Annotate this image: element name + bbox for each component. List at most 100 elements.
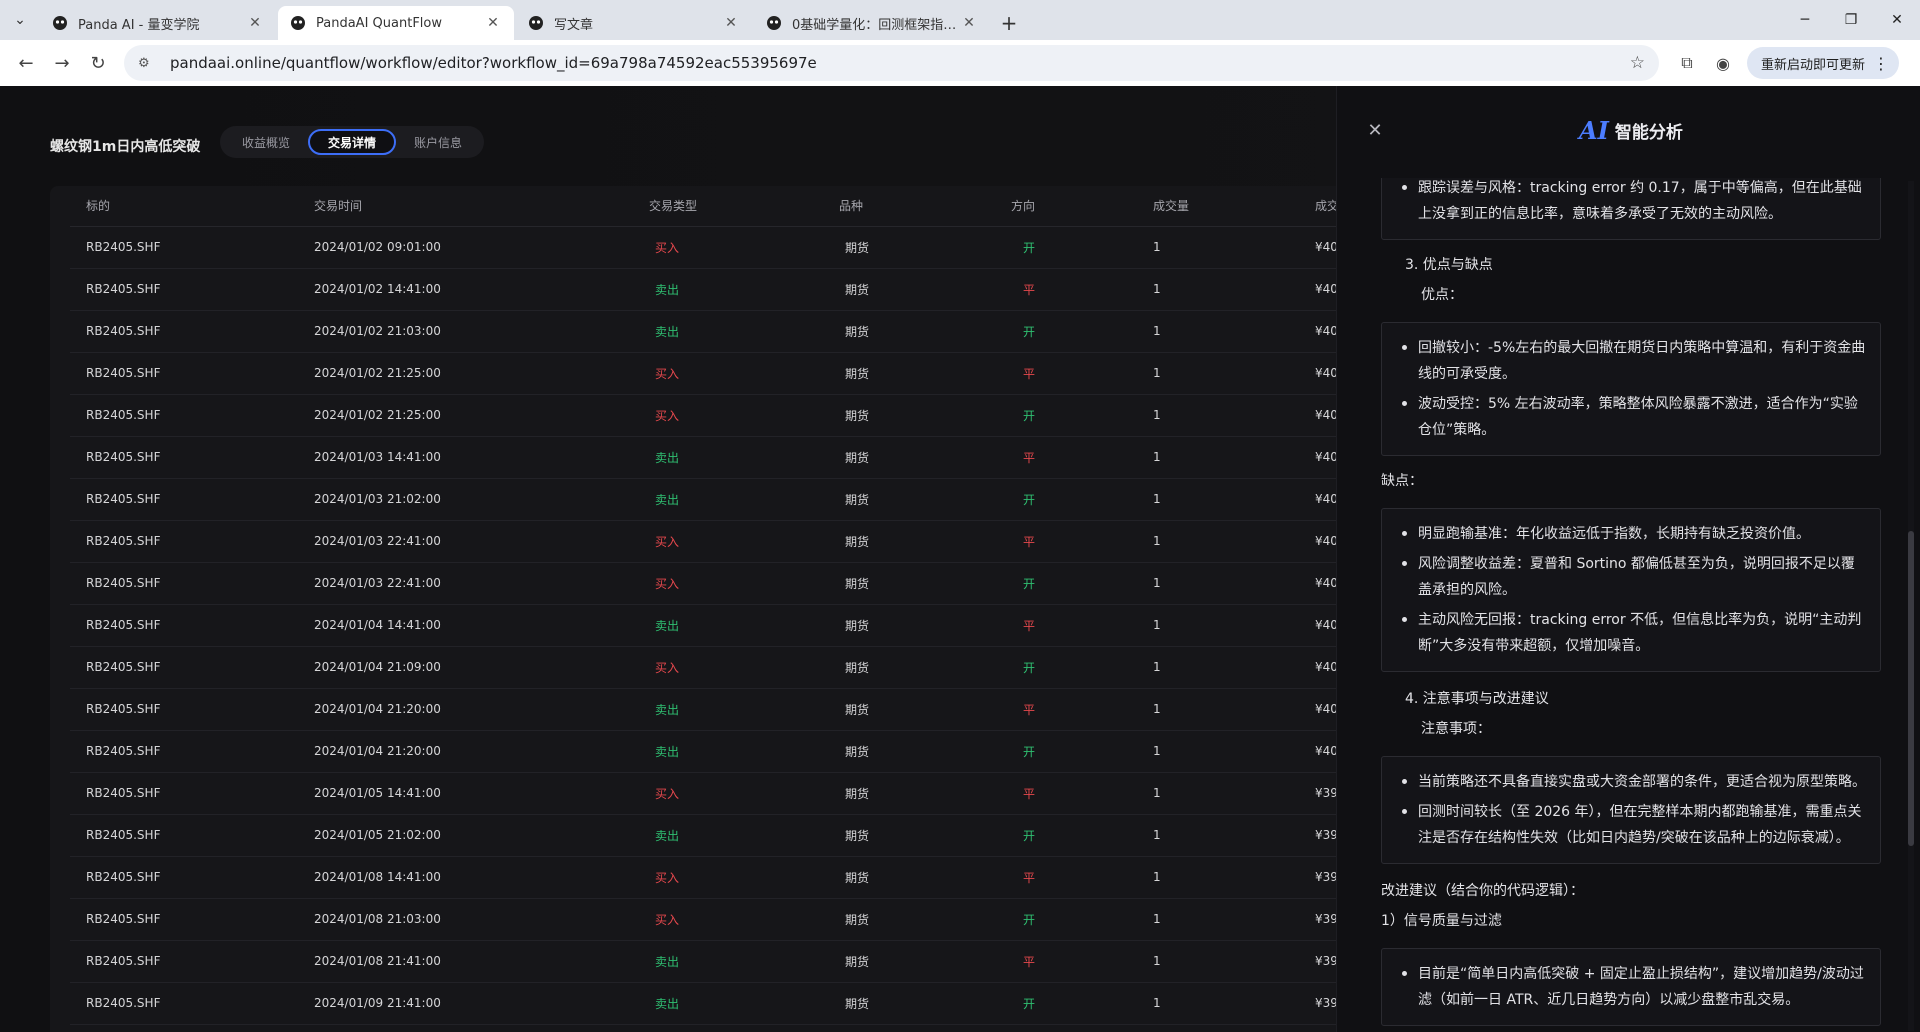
panda-favicon-icon: [52, 15, 68, 31]
browser-toolbar: ← → ↻ ⚙ pandaai.online/quantflow/workflo…: [0, 40, 1920, 86]
cell-kind: 期货: [823, 772, 995, 815]
bookmark-star-icon[interactable]: ☆: [1630, 53, 1645, 73]
new-tab-plus-icon[interactable]: +: [992, 6, 1026, 40]
restore-icon[interactable]: ❐: [1828, 0, 1874, 40]
minimize-icon[interactable]: ─: [1782, 0, 1828, 40]
table-row[interactable]: RB2405.SHF 2024/01/04 14:41:00 卖出 期货平 1 ¥40: [70, 604, 1350, 647]
column-header-direction[interactable]: 方向: [995, 186, 1137, 227]
cell-time: 2024/01/03 14:41:00: [298, 436, 633, 479]
close-icon[interactable]: ✕: [1365, 120, 1385, 141]
cell-trade-type: 买入: [633, 394, 823, 437]
tab-title: Panda AI - 量变学院: [78, 17, 200, 33]
table-row[interactable]: RB2405.SHF 2024/01/02 21:03:00 卖出 期货开 1 ¥40: [70, 310, 1350, 353]
back-arrow-icon[interactable]: ←: [8, 45, 44, 81]
tab-close-icon[interactable]: ✕: [246, 14, 264, 32]
cell-symbol: RB2405.SHF: [70, 520, 298, 563]
table-row[interactable]: RB2405.SHF 2024/01/04 21:20:00 卖出 期货平 1 ¥40: [70, 688, 1350, 731]
cell-trade-type: 买入: [633, 352, 823, 395]
table-row[interactable]: RB2405.SHF 2024/01/03 14:41:00 卖出 期货平 1 ¥40: [70, 436, 1350, 479]
column-header-volume[interactable]: 成交量: [1137, 186, 1299, 227]
cons-item: 主动风险无回报：tracking error 不低，但信息比率为负，说明“主动判…: [1400, 607, 1866, 659]
scrollbar-thumb[interactable]: [1908, 531, 1914, 846]
result-tabs: 收益概览 交易详情 账户信息: [220, 126, 485, 158]
pros-box: 回撤较小：-5%左右的最大回撤在期货日内策略中算温和，有利于资金曲线的可承受度。…: [1381, 322, 1881, 456]
address-bar[interactable]: ⚙ pandaai.online/quantflow/workflow/edit…: [124, 45, 1659, 81]
table-row[interactable]: RB2405.SHF 2024/01/02 21:25:00 买入 期货开 1 ¥40: [70, 394, 1350, 437]
tab-title: 写文章: [554, 17, 594, 33]
browser-tab-2[interactable]: PandaAI QuantFlow ✕: [278, 6, 514, 40]
extensions-puzzle-icon[interactable]: ⧉: [1669, 45, 1705, 81]
tab-search-chevron-icon[interactable]: ⌄: [0, 0, 40, 40]
tab-close-icon[interactable]: ✕: [722, 14, 740, 32]
cell-direction: 平: [995, 352, 1137, 395]
cell-direction: 平: [995, 520, 1137, 563]
cell-symbol: RB2405.SHF: [70, 436, 298, 479]
cell-volume: 1: [1137, 646, 1299, 689]
cell-kind: 期货: [823, 268, 995, 311]
tab-trade-details[interactable]: 交易详情: [308, 129, 397, 155]
table-row[interactable]: RB2405.SHF 2024/01/05 14:41:00 买入 期货平 1 ¥39: [70, 772, 1350, 815]
more-vertical-icon: ⋮: [1873, 53, 1890, 73]
cell-volume: 1: [1137, 604, 1299, 647]
cell-volume: 1: [1137, 436, 1299, 479]
table-row[interactable]: RB2405.SHF 2024/01/08 21:41:00 卖出 期货平 1 ¥39: [70, 940, 1350, 983]
table-row[interactable]: RB2405.SHF 2024/01/03 22:41:00 买入 期货开 1 ¥40: [70, 562, 1350, 605]
cell-trade-type: 买入: [633, 772, 823, 815]
cell-trade-type: 买入: [633, 520, 823, 563]
column-header-symbol[interactable]: 标的: [70, 186, 298, 227]
table-row[interactable]: RB2405.SHF 2024/01/03 22:41:00 买入 期货平 1 ¥40: [70, 520, 1350, 563]
tab-close-icon[interactable]: ✕: [484, 14, 502, 32]
browser-tab-1[interactable]: Panda AI - 量变学院 ✕: [40, 6, 276, 40]
table-row[interactable]: RB2405.SHF 2024/01/04 21:09:00 买入 期货开 1 ¥40: [70, 646, 1350, 689]
improve-box: 目前是“简单日内高低突破 + 固定止盈止损结构”，建议增加趋势/波动过滤（如前一…: [1381, 948, 1881, 1026]
cell-kind: 期货: [823, 562, 995, 605]
cell-kind: 期货: [823, 688, 995, 731]
cell-time: 2024/01/04 21:09:00: [298, 646, 633, 689]
cell-time: 2024/01/03 21:02:00: [298, 478, 633, 521]
site-settings-icon[interactable]: ⚙: [138, 56, 158, 71]
cell-volume: 1: [1137, 898, 1299, 941]
toolbar-right: ⧉ ◉ 重新启动即可更新 ⋮: [1669, 45, 1900, 81]
cell-kind: 期货: [823, 982, 995, 1025]
cell-volume: 1: [1137, 940, 1299, 983]
column-header-time[interactable]: 交易时间: [298, 186, 633, 227]
browser-tab-4[interactable]: 0基础学量化：回测框架指标介绍 ✕: [754, 6, 990, 40]
table-row[interactable]: RB2405.SHF 2024/01/03 21:02:00 卖出 期货开 1 ¥40: [70, 478, 1350, 521]
table-row[interactable]: RB2405.SHF 2024/01/04 21:20:00 卖出 期货开 1 ¥40: [70, 730, 1350, 773]
column-header-type[interactable]: 交易类型: [633, 186, 823, 227]
table-row[interactable]: RB2405.SHF 2024/01/08 14:41:00 买入 期货平 1 ¥39: [70, 856, 1350, 899]
cell-trade-type: 卖出: [633, 688, 823, 731]
profile-avatar-icon[interactable]: ◉: [1705, 45, 1741, 81]
column-header-kind[interactable]: 品种: [823, 186, 995, 227]
table-row[interactable]: RB2405.SHF 2024/01/09 21:41:00 卖出 期货开 1 ¥39: [70, 982, 1350, 1025]
table-row[interactable]: RB2405.SHF 2024/01/02 14:41:00 卖出 期货平 1 ¥40: [70, 268, 1350, 311]
cell-trade-type: 卖出: [633, 814, 823, 857]
window-close-icon[interactable]: ✕: [1874, 0, 1920, 40]
ai-panel-scrollbar[interactable]: [1908, 181, 1914, 1031]
ai-analysis-content[interactable]: 跟踪误差与风格：tracking error 约 0.17，属于中等偏高，但在此…: [1381, 178, 1881, 1032]
table-row[interactable]: RB2405.SHF 2024/01/05 21:02:00 卖出 期货开 1 ¥39: [70, 814, 1350, 857]
cell-direction: 开: [995, 310, 1137, 353]
analysis-box-top: 跟踪误差与风格：tracking error 约 0.17，属于中等偏高，但在此…: [1381, 178, 1881, 240]
table-row[interactable]: RB2405.SHF 2024/01/02 21:25:00 买入 期货平 1 ¥40: [70, 352, 1350, 395]
table-header-row: 标的 交易时间 交易类型 品种 方向 成交量 成交: [70, 186, 1350, 227]
cell-volume: 1: [1137, 226, 1299, 269]
tab-account-info[interactable]: 账户信息: [396, 129, 480, 155]
table-row[interactable]: RB2405.SHF 2024/01/02 09:01:00 买入 期货开 1 ¥40: [70, 226, 1350, 269]
reload-icon[interactable]: ↻: [80, 45, 116, 81]
cell-trade-type: 买入: [633, 646, 823, 689]
cell-trade-type: 卖出: [633, 436, 823, 479]
cell-volume: 1: [1137, 982, 1299, 1025]
tab-close-icon[interactable]: ✕: [960, 14, 978, 32]
cell-kind: 期货: [823, 352, 995, 395]
browser-tab-3[interactable]: 写文章 ✕: [516, 6, 752, 40]
cell-time: 2024/01/04 14:41:00: [298, 604, 633, 647]
cell-trade-type: 买入: [633, 898, 823, 941]
url-text[interactable]: pandaai.online/quantflow/workflow/editor…: [170, 54, 1630, 72]
cons-item: 明显跑输基准：年化收益远低于指数，长期持有缺乏投资价值。: [1400, 521, 1866, 547]
cell-symbol: RB2405.SHF: [70, 226, 298, 269]
table-row[interactable]: RB2405.SHF 2024/01/08 21:03:00 买入 期货开 1 ¥39: [70, 898, 1350, 941]
relaunch-update-button[interactable]: 重新启动即可更新 ⋮: [1747, 47, 1900, 79]
forward-arrow-icon[interactable]: →: [44, 45, 80, 81]
tab-overview[interactable]: 收益概览: [224, 129, 308, 155]
